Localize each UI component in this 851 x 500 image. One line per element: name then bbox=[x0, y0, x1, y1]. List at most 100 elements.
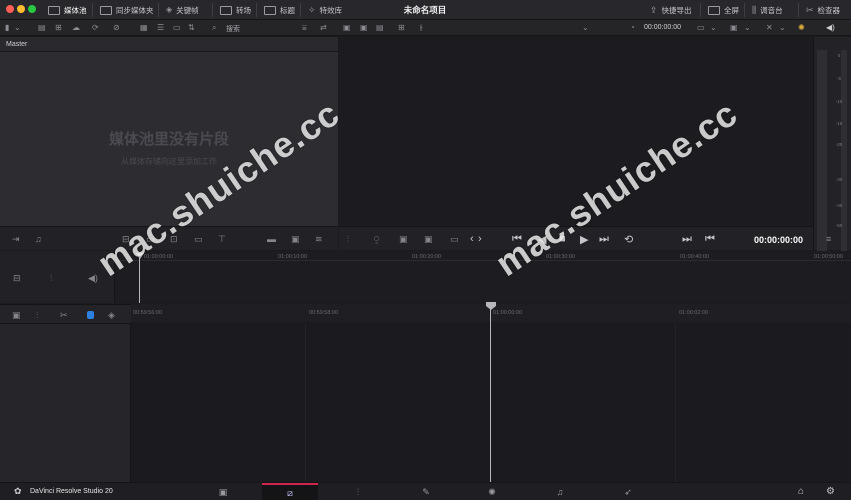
chevron-down-icon[interactable]: ⌄ bbox=[710, 23, 720, 32]
thumbnail-view-icon[interactable]: ▦ bbox=[140, 23, 150, 32]
home-icon[interactable]: ⌂ bbox=[798, 487, 804, 497]
layout-icon[interactable]: ⊞ bbox=[398, 23, 408, 32]
meter-tick: -20 bbox=[835, 142, 843, 147]
gear-icon[interactable]: ⚙ bbox=[826, 487, 835, 497]
tab-media-pool[interactable]: 媒体池 bbox=[44, 3, 91, 17]
source-overwrite-icon[interactable]: ▭ bbox=[194, 234, 208, 244]
prev-clip-button[interactable]: ⏮ bbox=[705, 233, 715, 246]
close-up-icon[interactable]: ▭ bbox=[146, 234, 160, 244]
media-page-button[interactable]: ▣ bbox=[195, 483, 251, 500]
list-view-icon[interactable]: ☰ bbox=[157, 23, 167, 32]
scissors-icon[interactable]: ✂ bbox=[60, 310, 74, 320]
deliver-page-button[interactable]: ➶ bbox=[600, 483, 656, 500]
marker-icon[interactable]: ◈ bbox=[108, 310, 122, 320]
page-bar: ✿ DaVinci Resolve Studio 20 ▣ ⧄ ⫶ ✎ ✺ ♫ … bbox=[0, 482, 851, 500]
timeline-icon[interactable]: ⫲ bbox=[420, 23, 430, 32]
search-icon[interactable]: ⌕ bbox=[212, 23, 222, 32]
skip-to-start-button[interactable]: ⏮ bbox=[512, 233, 522, 246]
append-icon[interactable]: ♫ bbox=[35, 234, 49, 244]
sort-icon[interactable]: ⇅ bbox=[188, 23, 198, 32]
filter-icon[interactable]: ⩸ bbox=[302, 23, 312, 32]
adjust-icon[interactable]: ⫶ bbox=[347, 234, 361, 244]
fusion-page-button[interactable]: ✎ bbox=[398, 483, 454, 500]
play-reverse-button[interactable]: ◀ bbox=[538, 233, 546, 246]
color-page-button[interactable]: ✺ bbox=[464, 483, 520, 500]
chevron-down-icon[interactable]: ⌄ bbox=[744, 23, 754, 32]
fullscreen-button[interactable]: 全屏 bbox=[704, 3, 743, 17]
close-window-button[interactable] bbox=[6, 5, 14, 13]
color-scope-icon[interactable]: ✺ bbox=[798, 23, 808, 32]
clip-icon[interactable]: ▭ bbox=[450, 234, 464, 244]
chevron-down-icon[interactable]: ⌄ bbox=[582, 23, 592, 32]
sync-icon[interactable]: ⟳ bbox=[92, 23, 102, 32]
loop-button[interactable]: ⟲ bbox=[624, 233, 633, 246]
skip-to-end-button[interactable]: ⏭ bbox=[599, 233, 609, 246]
camera-icon[interactable]: ▣ bbox=[399, 234, 413, 244]
new-bin-icon[interactable]: ▤ bbox=[38, 23, 48, 32]
filmstrip-view-icon[interactable]: ▭ bbox=[173, 23, 183, 32]
upper-timeline[interactable]: 01:00:00:00 01:00:10:00 01:00:20:00 01:0… bbox=[116, 251, 851, 303]
cut-page-button[interactable]: ⧄ bbox=[262, 483, 318, 500]
mute-icon[interactable]: ◀) bbox=[88, 273, 102, 283]
edit-actions-bar: ⇥ ♫ ⊟ ▭ ⊡ ▭ ⊤ ▬ ▣ ≋ bbox=[0, 226, 338, 250]
lower-timeline[interactable] bbox=[131, 304, 851, 483]
ripple-overwrite-icon[interactable]: ⊟ bbox=[122, 234, 136, 244]
import-icon[interactable]: ⊞ bbox=[55, 23, 65, 32]
timeline-view-icon[interactable]: ▣ bbox=[12, 310, 26, 320]
insert-icon[interactable]: ⊤ bbox=[218, 234, 232, 244]
monitor-icon[interactable]: ▭ bbox=[697, 23, 707, 32]
tab-title[interactable]: 标题 bbox=[260, 3, 299, 17]
place-on-top-icon[interactable]: ⊡ bbox=[170, 234, 184, 244]
tab-keyframe[interactable]: ◈ 关键帧 bbox=[162, 3, 203, 17]
inspector-button[interactable]: ✂ 检查器 bbox=[802, 3, 844, 17]
fusion-page-icon: ✎ bbox=[422, 486, 430, 497]
next-clip-button[interactable]: ⏭ bbox=[682, 233, 692, 246]
search-label[interactable]: 搜索 bbox=[226, 24, 240, 34]
track-lock-icon[interactable]: ⫶ bbox=[50, 273, 64, 283]
wave-view-icon[interactable]: ≋ bbox=[315, 234, 329, 244]
viewer[interactable] bbox=[339, 37, 813, 226]
edit-page-button[interactable]: ⫶ bbox=[330, 483, 386, 500]
viewer-image-icon[interactable]: ▣ bbox=[360, 23, 370, 32]
viewer-grid-icon[interactable]: ▤ bbox=[376, 23, 386, 32]
flag-icon[interactable] bbox=[87, 311, 94, 319]
stop-button[interactable]: ■ bbox=[559, 233, 566, 245]
monitor-output-icon[interactable]: ▣ bbox=[424, 234, 438, 244]
chevron-down-icon[interactable]: ⌄ bbox=[14, 23, 24, 32]
chevron-down-icon[interactable]: ⌄ bbox=[779, 23, 789, 32]
quick-export-button[interactable]: ⇪ 快捷导出 bbox=[646, 3, 696, 17]
tab-effects[interactable]: ✧ 特效库 bbox=[304, 3, 346, 17]
upper-ruler[interactable]: 01:00:00:00 01:00:10:00 01:00:20:00 01:0… bbox=[116, 251, 851, 261]
ruler-label: 01:00:10:00 bbox=[278, 254, 308, 260]
display-icon[interactable]: ▣ bbox=[730, 23, 740, 32]
tab-transition[interactable]: 转场 bbox=[216, 3, 255, 17]
smart-insert-icon[interactable]: ⇥ bbox=[12, 234, 26, 244]
divider bbox=[798, 3, 799, 17]
swap-icon[interactable]: ⇄ bbox=[320, 23, 330, 32]
media-pool-panel[interactable]: 媒体池里没有片段 从媒体存储向这里添加工作 bbox=[0, 52, 338, 226]
zoom-window-button[interactable] bbox=[28, 5, 36, 13]
ruler-label: 01:00:20:00 bbox=[412, 254, 442, 260]
menu-icon[interactable]: ≡ bbox=[826, 234, 840, 244]
minimize-window-button[interactable] bbox=[17, 5, 25, 13]
viewer-mode-icon[interactable]: ▣ bbox=[343, 23, 353, 32]
link-icon[interactable]: ⊘ bbox=[113, 23, 123, 32]
fairlight-page-button[interactable]: ♫ bbox=[532, 483, 588, 500]
play-button[interactable]: ▶ bbox=[580, 233, 588, 246]
tab-sync-bin[interactable]: 同步媒体夹 bbox=[96, 3, 158, 17]
snap-icon[interactable]: ⫶ bbox=[36, 310, 50, 320]
mixer-button[interactable]: ⫼ 调音台 bbox=[748, 3, 787, 17]
image-view-icon[interactable]: ▣ bbox=[291, 234, 305, 244]
transform-icon[interactable]: ✕ bbox=[766, 23, 776, 32]
bin-name[interactable]: Master bbox=[6, 41, 27, 48]
cloud-icon[interactable]: ☁ bbox=[72, 23, 82, 32]
volume-icon[interactable]: ◀) bbox=[826, 23, 836, 32]
next-frame-small-button[interactable]: › bbox=[478, 233, 482, 245]
prev-frame-small-button[interactable]: ‹ bbox=[470, 233, 474, 245]
microphone-icon[interactable]: ⍜ bbox=[374, 234, 388, 244]
audio-track-icon[interactable]: ⊟ bbox=[13, 273, 27, 283]
media-pool-empty-subtitle: 从媒体存储向这里添加工作 bbox=[121, 157, 217, 166]
playhead-marker[interactable] bbox=[136, 253, 144, 259]
track-headers bbox=[0, 324, 131, 482]
clip-view-icon[interactable]: ▬ bbox=[267, 234, 281, 244]
